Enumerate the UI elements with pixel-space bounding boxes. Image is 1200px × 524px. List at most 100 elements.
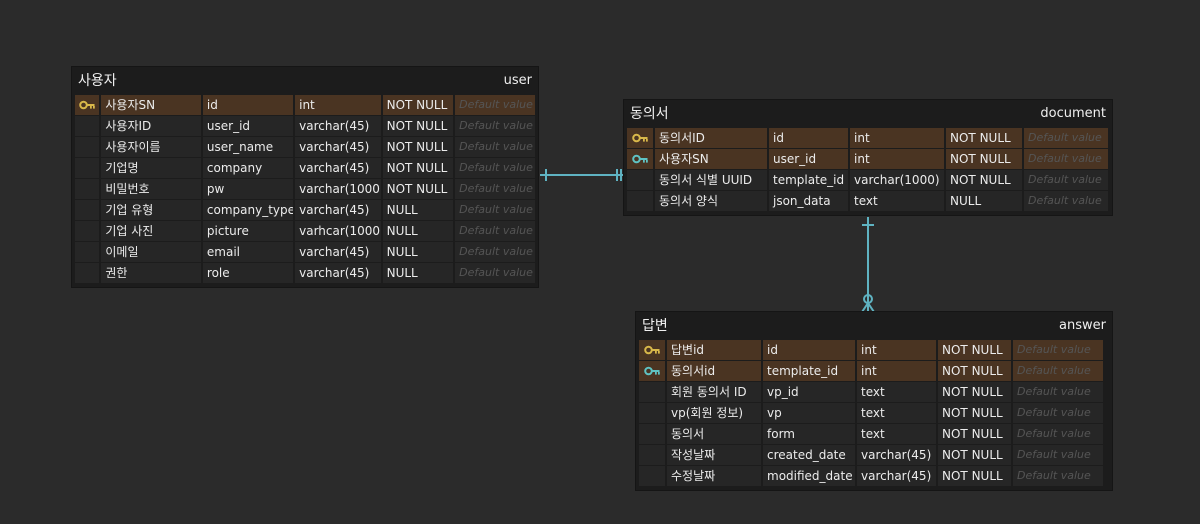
column-nullability[interactable]: NULL — [382, 221, 454, 241]
column-name[interactable]: vp — [763, 403, 855, 423]
column-row[interactable]: 동의서id template_id int NOT NULL Default value — [639, 361, 1109, 382]
column-logical-name[interactable]: 작성날짜 — [667, 445, 761, 465]
column-row[interactable]: 사용자ID user_id varchar(45) NOT NULL Default v… — [75, 116, 535, 137]
column-type[interactable]: text — [857, 403, 936, 423]
column-default-value[interactable]: Default value — [455, 95, 535, 115]
relation-user-document[interactable] — [540, 169, 624, 181]
column-type[interactable]: varchar(45) — [295, 242, 381, 262]
column-name[interactable]: modified_date — [763, 466, 855, 486]
column-nullability[interactable]: NOT NULL — [382, 179, 454, 199]
column-logical-name[interactable]: 사용자SN — [101, 95, 201, 115]
column-logical-name[interactable]: 동의서id — [667, 361, 761, 381]
column-logical-name[interactable]: 수정날짜 — [667, 466, 761, 486]
column-type[interactable]: varhcar(1000) — [295, 221, 381, 241]
column-default-value[interactable]: Default value — [455, 200, 535, 220]
column-default-value[interactable]: Default value — [1013, 403, 1103, 423]
column-row[interactable]: 동의서ID id int NOT NULL Default value — [627, 128, 1109, 149]
column-nullability[interactable]: NOT NULL — [938, 361, 1011, 381]
column-logical-name[interactable]: 동의서 식별 UUID — [655, 170, 767, 190]
column-type[interactable]: varchar(45) — [295, 116, 381, 136]
column-type[interactable]: varchar(45) — [295, 200, 381, 220]
column-name[interactable]: template_id — [769, 170, 848, 190]
column-nullability[interactable]: NULL — [382, 242, 454, 262]
column-logical-name[interactable]: 기업명 — [101, 158, 201, 178]
column-default-value[interactable]: Default value — [1013, 361, 1103, 381]
column-nullability[interactable]: NOT NULL — [938, 403, 1011, 423]
column-nullability[interactable]: NULL — [382, 263, 454, 283]
column-nullability[interactable]: NOT NULL — [946, 149, 1022, 169]
column-name[interactable]: json_data — [769, 191, 848, 211]
column-default-value[interactable]: Default value — [455, 158, 535, 178]
column-logical-name[interactable]: 답변id — [667, 340, 761, 360]
column-default-value[interactable]: Default value — [1013, 382, 1103, 402]
relation-document-answer[interactable] — [861, 217, 875, 313]
column-logical-name[interactable]: 동의서ID — [655, 128, 767, 148]
column-default-value[interactable]: Default value — [455, 137, 535, 157]
column-row[interactable]: 사용자SN id int NOT NULL Default value — [75, 95, 535, 116]
column-type[interactable]: text — [850, 191, 944, 211]
column-default-value[interactable]: Default value — [1024, 170, 1108, 190]
column-default-value[interactable]: Default value — [1013, 445, 1103, 465]
column-name[interactable]: user_id — [769, 149, 848, 169]
column-default-value[interactable]: Default value — [1013, 424, 1103, 444]
column-row[interactable]: 비밀번호 pw varchar(1000) NOT NULL Default value — [75, 179, 535, 200]
column-row[interactable]: 답변id id int NOT NULL Default value — [639, 340, 1109, 361]
column-nullability[interactable]: NULL — [946, 191, 1022, 211]
column-type[interactable]: varchar(45) — [295, 158, 381, 178]
column-type[interactable]: varchar(1000) — [850, 170, 944, 190]
column-default-value[interactable]: Default value — [455, 263, 535, 283]
table-header[interactable]: 동의서 document — [624, 100, 1112, 126]
table-header[interactable]: 사용자 user — [72, 67, 538, 93]
table-user[interactable]: 사용자 user 사용자SN id int NOT NULL Default value… — [72, 67, 538, 287]
column-name[interactable]: form — [763, 424, 855, 444]
column-nullability[interactable]: NOT NULL — [938, 382, 1011, 402]
column-nullability[interactable]: NOT NULL — [938, 424, 1011, 444]
column-name[interactable]: template_id — [763, 361, 855, 381]
column-logical-name[interactable]: vp(회원 정보) — [667, 403, 761, 423]
column-type[interactable]: int — [295, 95, 381, 115]
column-nullability[interactable]: NOT NULL — [382, 116, 454, 136]
column-type[interactable]: varchar(45) — [295, 263, 381, 283]
column-logical-name[interactable]: 회원 동의서 ID — [667, 382, 761, 402]
column-row[interactable]: 동의서 식별 UUID template_id varchar(1000) NOT N… — [627, 170, 1109, 191]
column-nullability[interactable]: NOT NULL — [382, 95, 454, 115]
column-default-value[interactable]: Default value — [455, 179, 535, 199]
column-name[interactable]: picture — [202, 221, 294, 241]
column-row[interactable]: 이메일 email varchar(45) NULL Default value — [75, 242, 535, 263]
column-logical-name[interactable]: 권한 — [101, 263, 201, 283]
column-row[interactable]: 기업 유형 company_type varchar(45) NULL Default … — [75, 200, 535, 221]
column-logical-name[interactable]: 이메일 — [101, 242, 201, 262]
column-nullability[interactable]: NOT NULL — [946, 128, 1022, 148]
column-logical-name[interactable]: 사용자이름 — [101, 137, 201, 157]
table-header[interactable]: 답변 answer — [636, 312, 1112, 338]
column-name[interactable]: id — [202, 95, 294, 115]
column-name[interactable]: user_id — [202, 116, 294, 136]
column-default-value[interactable]: Default value — [455, 116, 535, 136]
column-row[interactable]: 회원 동의서 ID vp_id text NOT NULL Default value — [639, 382, 1109, 403]
column-nullability[interactable]: NOT NULL — [382, 158, 454, 178]
table-answer[interactable]: 답변 answer 답변id id int NOT NULL Default value… — [636, 312, 1112, 490]
column-row[interactable]: 사용자SN user_id int NOT NULL Default value — [627, 149, 1109, 170]
column-default-value[interactable]: Default value — [1013, 466, 1103, 486]
column-default-value[interactable]: Default value — [1024, 128, 1108, 148]
column-name[interactable]: vp_id — [763, 382, 855, 402]
column-type[interactable]: varchar(45) — [295, 137, 381, 157]
column-row[interactable]: 동의서 양식 json_data text NULL Default value — [627, 191, 1109, 212]
column-default-value[interactable]: Default value — [1013, 340, 1103, 360]
column-type[interactable]: int — [857, 340, 936, 360]
column-nullability[interactable]: NOT NULL — [946, 170, 1022, 190]
column-default-value[interactable]: Default value — [455, 242, 535, 262]
column-row[interactable]: 작성날짜 created_date varchar(45) NOT NULL Defau… — [639, 445, 1109, 466]
column-name[interactable]: created_date — [763, 445, 855, 465]
column-row[interactable]: 동의서 form text NOT NULL Default value — [639, 424, 1109, 445]
column-logical-name[interactable]: 사용자ID — [101, 116, 201, 136]
column-nullability[interactable]: NOT NULL — [382, 137, 454, 157]
column-name[interactable]: company_type — [202, 200, 294, 220]
column-type[interactable]: varchar(45) — [857, 466, 936, 486]
column-nullability[interactable]: NULL — [382, 200, 454, 220]
column-nullability[interactable]: NOT NULL — [938, 466, 1011, 486]
column-nullability[interactable]: NOT NULL — [938, 340, 1011, 360]
column-name[interactable]: id — [769, 128, 848, 148]
column-logical-name[interactable]: 기업 유형 — [101, 200, 201, 220]
column-type[interactable]: text — [857, 382, 936, 402]
